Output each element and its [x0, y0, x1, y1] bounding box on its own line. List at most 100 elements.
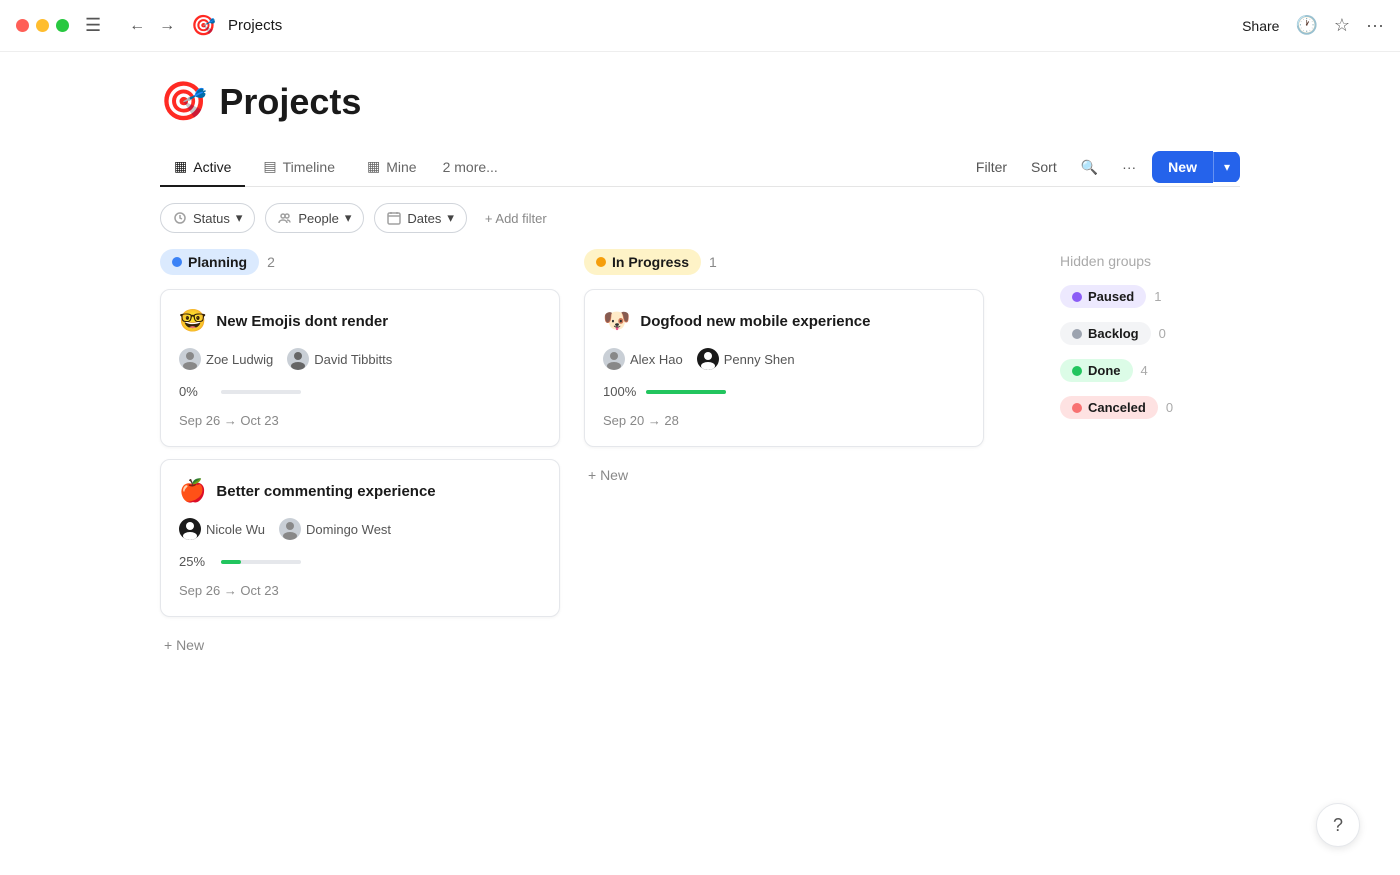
person-domingo-name: Domingo West — [306, 522, 391, 537]
dot-backlog — [1072, 329, 1082, 339]
planning-label: Planning — [188, 254, 247, 270]
hg-count-paused: 1 — [1154, 289, 1161, 304]
new-dropdown-button[interactable]: ▾ — [1213, 152, 1240, 182]
status-badge-inprogress: In Progress — [584, 249, 701, 275]
status-badge-planning: Planning — [160, 249, 259, 275]
filters-row: Status ▾ People ▾ Dates ▾ + Add filter — [0, 187, 1400, 249]
card-new-emojis[interactable]: 🤓 New Emojis dont render Zoe Ludwig Davi… — [160, 289, 560, 447]
person-nicole: Nicole Wu — [179, 518, 265, 540]
search-button[interactable]: 🔍 — [1073, 153, 1106, 182]
card-dogfood-title: Dogfood new mobile experience — [640, 313, 870, 330]
dates-filter-label: Dates — [407, 211, 441, 226]
card-commenting-dates: Sep 26 → Oct 23 — [179, 583, 541, 598]
dot-done — [1072, 366, 1082, 376]
person-zoe-name: Zoe Ludwig — [206, 352, 273, 367]
card-commenting-title-row: 🍎 Better commenting experience — [179, 478, 541, 504]
card-dogfood-emoji: 🐶 — [603, 308, 630, 334]
board-area: Planning 2 🤓 New Emojis dont render Zoe … — [0, 249, 1400, 661]
card-dogfood-dates: Sep 20 → 28 — [603, 413, 965, 428]
close-button[interactable] — [16, 19, 29, 32]
sort-button[interactable]: Sort — [1023, 153, 1065, 181]
inprogress-label: In Progress — [612, 254, 689, 270]
add-new-inprogress-button[interactable]: + New — [584, 459, 632, 491]
card-commenting[interactable]: 🍎 Better commenting experience Nicole Wu… — [160, 459, 560, 617]
card-commenting-people: Nicole Wu Domingo West — [179, 518, 541, 540]
more-toolbar-button[interactable]: ··· — [1114, 153, 1144, 181]
tab-mine[interactable]: ▦ Mine — [353, 148, 431, 187]
history-button[interactable]: 🕐 — [1295, 15, 1317, 36]
hg-badge-canceled[interactable]: Canceled — [1060, 396, 1158, 419]
tab-active[interactable]: ▦ Active — [160, 148, 245, 187]
progress-bar-bg-25 — [221, 560, 301, 564]
hg-badge-done[interactable]: Done — [1060, 359, 1133, 382]
tabs-actions: Filter Sort 🔍 ··· New ▾ — [968, 151, 1240, 183]
column-planning-header: Planning 2 — [160, 249, 560, 275]
people-filter-arrow: ▾ — [345, 210, 352, 226]
forward-button[interactable]: → — [155, 15, 179, 37]
dot-canceled — [1072, 403, 1082, 413]
share-button[interactable]: Share — [1242, 18, 1279, 34]
status-filter-arrow: ▾ — [236, 210, 243, 226]
maximize-button[interactable] — [56, 19, 69, 32]
back-button[interactable]: ← — [125, 15, 149, 37]
people-filter[interactable]: People ▾ — [265, 203, 364, 233]
add-filter-button[interactable]: + Add filter — [477, 205, 555, 232]
card-new-emojis-progress: 0% — [179, 384, 541, 399]
tab-mine-label: Mine — [386, 159, 416, 175]
new-main-button[interactable]: New — [1152, 151, 1213, 183]
avatar-nicole — [179, 518, 201, 540]
filter-button[interactable]: Filter — [968, 153, 1015, 181]
hg-label-backlog: Backlog — [1088, 326, 1139, 341]
card-commenting-emoji: 🍎 — [179, 478, 206, 504]
dot-paused — [1072, 292, 1082, 302]
app-title-bar: Projects — [228, 17, 282, 34]
status-filter-label: Status — [193, 211, 230, 226]
dates-filter-arrow: ▾ — [447, 210, 454, 226]
dates-icon — [387, 211, 401, 225]
hidden-group-done: Done 4 — [1060, 359, 1240, 382]
tab-timeline-label: Timeline — [283, 159, 335, 175]
avatar-zoe — [179, 348, 201, 370]
hidden-group-paused: Paused 1 — [1060, 285, 1240, 308]
app-icon: 🎯 — [191, 13, 216, 38]
help-button[interactable]: ? — [1316, 803, 1360, 847]
card-new-emojis-people: Zoe Ludwig David Tibbitts — [179, 348, 541, 370]
column-planning: Planning 2 🤓 New Emojis dont render Zoe … — [160, 249, 560, 661]
progress-fill-100 — [646, 390, 726, 394]
page-header: 🎯 Projects ▦ Active ▤ Timeline ▦ Mine 2 … — [0, 52, 1400, 187]
column-inprogress-header: In Progress 1 — [584, 249, 984, 275]
person-zoe: Zoe Ludwig — [179, 348, 273, 370]
hg-badge-paused[interactable]: Paused — [1060, 285, 1146, 308]
card-commenting-progress: 25% — [179, 554, 541, 569]
card-commenting-title: Better commenting experience — [216, 483, 435, 500]
dates-filter[interactable]: Dates ▾ — [374, 203, 467, 233]
page-emoji: 🎯 — [160, 80, 207, 124]
page-title: Projects — [219, 81, 361, 123]
inprogress-dot — [596, 257, 606, 267]
tab-timeline[interactable]: ▤ Timeline — [249, 148, 349, 187]
minimize-button[interactable] — [36, 19, 49, 32]
person-alex: Alex Hao — [603, 348, 683, 370]
people-filter-label: People — [298, 211, 338, 226]
person-penny: Penny Shen — [697, 348, 795, 370]
add-new-planning-button[interactable]: + New — [160, 629, 208, 661]
avatar-domingo — [279, 518, 301, 540]
hg-label-paused: Paused — [1088, 289, 1134, 304]
titlebar: ☰ ← → 🎯 Projects Share 🕐 ☆ ··· — [0, 0, 1400, 52]
star-button[interactable]: ☆ — [1334, 15, 1350, 36]
card-new-emojis-dates: Sep 26 → Oct 23 — [179, 413, 541, 428]
menu-button[interactable]: ☰ — [81, 11, 105, 40]
person-david-name: David Tibbitts — [314, 352, 392, 367]
status-filter[interactable]: Status ▾ — [160, 203, 255, 233]
card-dogfood[interactable]: 🐶 Dogfood new mobile experience Alex Hao… — [584, 289, 984, 447]
titlebar-actions: Share 🕐 ☆ ··· — [1242, 15, 1384, 36]
progress-pct-100: 100% — [603, 384, 636, 399]
more-options-button[interactable]: ··· — [1366, 15, 1384, 36]
card-dogfood-people: Alex Hao Penny Shen — [603, 348, 965, 370]
progress-pct-0: 0% — [179, 384, 211, 399]
card-dogfood-title-row: 🐶 Dogfood new mobile experience — [603, 308, 965, 334]
tabs-more-button[interactable]: 2 more... — [435, 149, 506, 185]
hg-badge-backlog[interactable]: Backlog — [1060, 322, 1151, 345]
tab-mine-icon: ▦ — [367, 158, 380, 175]
card-new-emojis-title: New Emojis dont render — [216, 313, 388, 330]
